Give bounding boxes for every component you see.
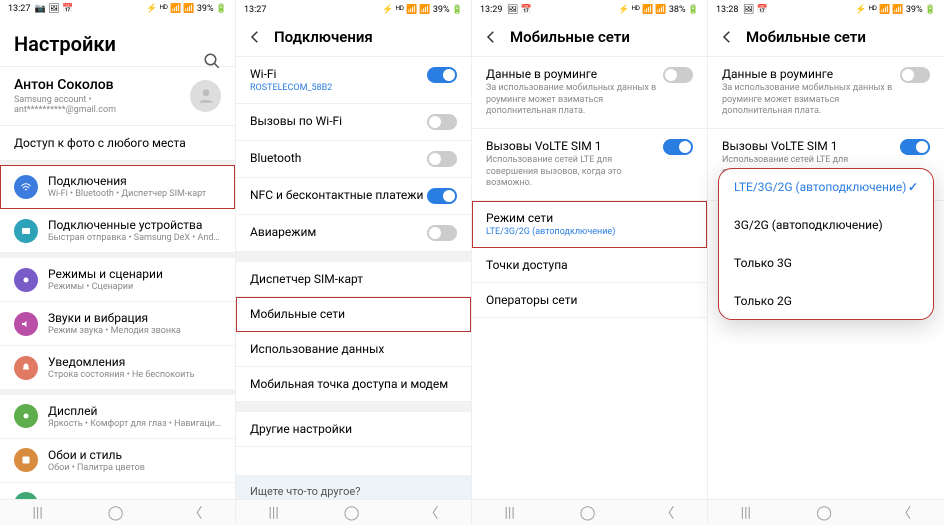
back-icon[interactable] [482,28,500,46]
status-bar: 13:28 🖼 📅 ⚡ ᴴᴰ 📶 📶 39% 🔋 [708,0,944,18]
row-airplane[interactable]: Авиарежим [236,215,471,252]
row-mobile-networks[interactable]: Мобильные сети [236,297,471,332]
row-nfc[interactable]: NFC и бесконтактные платежи [236,178,471,215]
status-left-icons: 📷 🖼 📅 [35,4,73,14]
wificall-toggle[interactable] [427,114,457,130]
nav-recent-icon[interactable]: ||| [505,505,515,521]
status-right: ⚡ ᴴᴰ 📶 📶 39% 🔋 [146,3,227,14]
row-sim-manager[interactable]: Диспетчер SIM-карт [236,262,471,297]
nav-recent-icon[interactable]: ||| [741,505,751,521]
nav-recent-icon[interactable]: ||| [269,505,279,521]
row-roaming[interactable]: Данные в роумингеЗа использование мобиль… [472,57,707,129]
page-title: Подключения [274,28,373,46]
status-bar: 13:27 📷 🖼 📅 ⚡ ᴴᴰ 📶 📶 39% 🔋 [0,0,235,16]
photo-access-row[interactable]: Доступ к фото с любого места [0,126,235,161]
airplane-toggle[interactable] [427,225,457,241]
avatar [190,80,221,112]
nav-bar: ||| ◯ 〈 [0,499,235,525]
row-network-mode[interactable]: Режим сетиLTE/3G/2G (автоподключение) [472,201,707,248]
volte-toggle[interactable] [900,139,930,155]
nav-home-icon[interactable]: ◯ [344,505,360,521]
option-3g-only[interactable]: Только 3G [718,244,934,282]
status-time: 13:27 [8,4,30,14]
option-lte-3g-2g[interactable]: LTE/3G/2G (автоподключение) ✓ [718,168,934,206]
network-mode-popup: LTE/3G/2G (автоподключение) ✓ 3G/2G (авт… [718,168,934,320]
back-icon[interactable] [246,28,264,46]
nav-home-icon[interactable]: ◯ [816,505,832,521]
row-roaming[interactable]: Данные в роумингеЗа использование мобиль… [708,57,944,129]
row-bluetooth[interactable]: Bluetooth [236,141,471,178]
status-bar: 13:29 🖼 📅 ⚡ ᴴᴰ 📶 📶 38% 🔋 [472,0,707,18]
roaming-toggle[interactable] [900,67,930,83]
row-operators[interactable]: Операторы сети [472,283,707,318]
nav-bar: ||| ◯ 〈 [236,499,471,525]
row-data-usage[interactable]: Использование данных [236,332,471,367]
row-connected-devices[interactable]: Подключенные устройстваБыстрая отправка … [0,209,235,253]
volte-toggle[interactable] [663,139,693,155]
profile-row[interactable]: Антон Соколов Samsung account • ant*****… [0,67,235,125]
bell-icon [14,356,38,380]
nav-recent-icon[interactable]: ||| [33,505,43,521]
row-modes[interactable]: Режимы и сценарииРежимы • Сценарии [0,258,235,302]
profile-name: Антон Соколов [14,77,190,93]
screen-mobile-networks-popup: 13:28 🖼 📅 ⚡ ᴴᴰ 📶 📶 39% 🔋 Мобильные сети … [708,0,944,525]
page-title: Настройки [14,32,221,56]
roaming-toggle[interactable] [663,67,693,83]
screen-mobile-networks: 13:29 🖼 📅 ⚡ ᴴᴰ 📶 📶 38% 🔋 Мобильные сети … [472,0,708,525]
row-display[interactable]: ДисплейЯркость • Комфорт для глаз • Нави… [0,395,235,439]
row-volte[interactable]: Вызовы VoLTE SIM 1Использование сетей LT… [472,129,707,201]
row-wallpaper[interactable]: Обои и стильОбои • Палитра цветов [0,439,235,483]
profile-sub: Samsung account • ant**********@gmail.co… [14,95,190,115]
nfc-toggle[interactable] [427,188,457,204]
row-access-points[interactable]: Точки доступа [472,248,707,283]
nav-back-icon[interactable]: 〈 [897,503,911,523]
row-wifi[interactable]: Wi-Fi ROSTELECOM_58B2 [236,57,471,104]
wallpaper-icon [14,448,38,472]
row-connections[interactable]: ПодключенияWi-Fi • Bluetooth • Диспетчер… [0,165,235,209]
modes-icon [14,268,38,292]
row-notifications[interactable]: УведомленияСтрока состояния • Не беспоко… [0,346,235,390]
nav-home-icon[interactable]: ◯ [108,505,124,521]
row-wifi-calling[interactable]: Вызовы по Wi-Fi [236,104,471,141]
page-title: Мобильные сети [746,28,866,46]
sound-icon [14,312,38,336]
search-icon[interactable] [203,52,221,70]
nav-bar: ||| ◯ 〈 [708,499,944,525]
nav-home-icon[interactable]: ◯ [580,505,596,521]
option-3g-2g[interactable]: 3G/2G (автоподключение) [718,206,934,244]
status-bar: 13:27 ⚡ ᴴᴰ 📶 📶 39% 🔋 [236,0,471,18]
wifi-toggle[interactable] [427,67,457,83]
devices-icon [14,219,38,243]
row-hotspot[interactable]: Мобильная точка доступа и модем [236,367,471,402]
screen-settings: 13:27 📷 🖼 📅 ⚡ ᴴᴰ 📶 📶 39% 🔋 Настройки Ант… [0,0,236,525]
option-2g-only[interactable]: Только 2G [718,282,934,320]
nav-back-icon[interactable]: 〈 [424,503,438,523]
nav-back-icon[interactable]: 〈 [660,503,674,523]
screen-connections: 13:27 ⚡ ᴴᴰ 📶 📶 39% 🔋 Подключения Wi-Fi R… [236,0,472,525]
display-icon [14,404,38,428]
back-icon[interactable] [718,28,736,46]
wifi-icon [14,175,38,199]
row-other-settings[interactable]: Другие настройки [236,412,471,447]
nav-back-icon[interactable]: 〈 [188,503,202,523]
page-title: Мобильные сети [510,28,630,46]
check-icon: ✓ [908,180,918,194]
bt-toggle[interactable] [427,151,457,167]
row-sound[interactable]: Звуки и вибрацияРежим звука • Мелодия зв… [0,302,235,346]
nav-bar: ||| ◯ 〈 [472,499,707,525]
